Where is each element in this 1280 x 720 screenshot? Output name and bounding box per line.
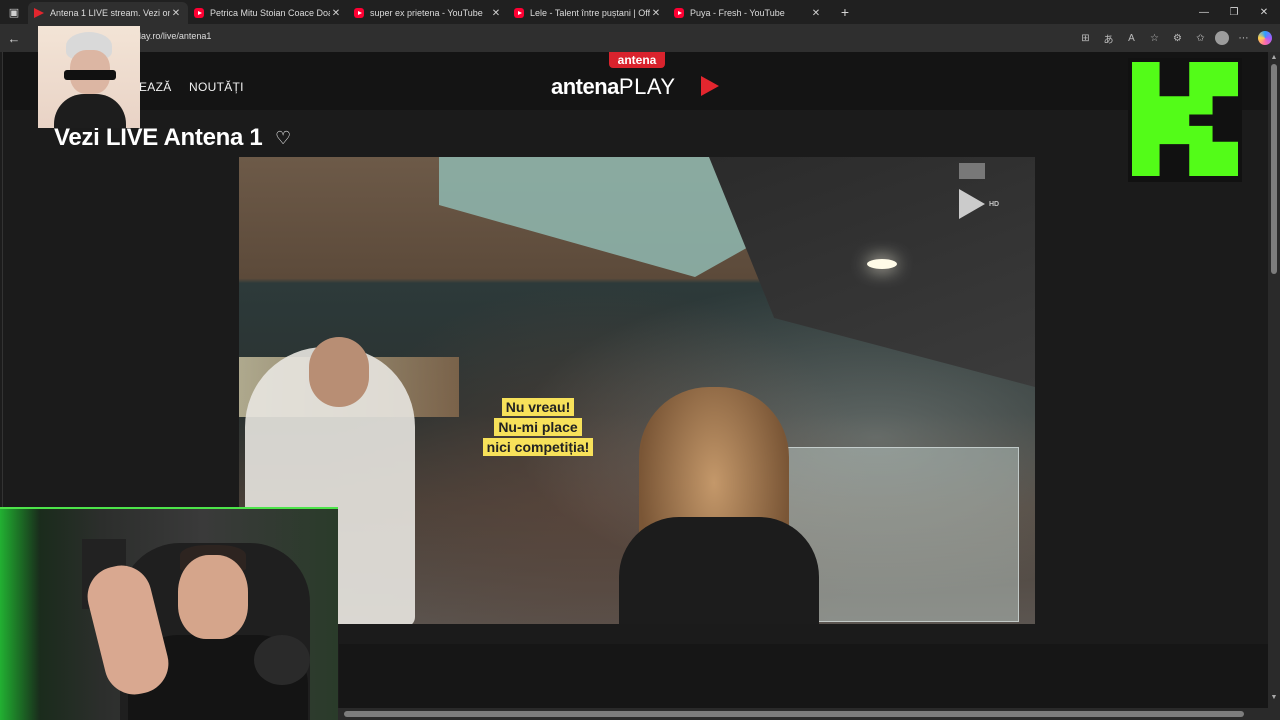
close-icon[interactable]: ✕ — [490, 8, 502, 19]
nav-item-partial[interactable]: EAZĂ — [139, 80, 172, 94]
tab-label: super ex prietena - YouTube — [370, 8, 483, 18]
logo-badge: antena — [609, 52, 665, 68]
tab-youtube-3[interactable]: Lele - Talent între puștani | Official ✕ — [508, 2, 668, 24]
kick-k-icon — [1132, 62, 1238, 176]
close-icon[interactable]: ✕ — [650, 8, 662, 19]
avatar-body — [54, 94, 126, 128]
antena-play-icon — [34, 8, 44, 18]
hd-label: HD — [989, 201, 1000, 208]
streamer-avatar — [38, 26, 140, 128]
new-tab-button[interactable]: + — [834, 4, 856, 20]
scene-lamp — [867, 259, 897, 269]
webcam-person-head — [178, 555, 248, 639]
site-header: EAZĂ NOUTĂȚI antena antenaPLAY — [3, 52, 1269, 110]
url-field[interactable]: lay.ro/live/antena1 — [139, 31, 211, 41]
extensions-icon[interactable]: ⚙ — [1169, 28, 1186, 48]
scene-roof — [439, 157, 759, 277]
subtitle-line: Nu-mi place — [494, 418, 582, 436]
minimize-icon[interactable]: — — [1188, 0, 1220, 24]
antena-play-logo[interactable]: antena antenaPLAY — [551, 52, 723, 110]
vertical-scrollbar[interactable]: ▲ ▼ — [1268, 52, 1280, 708]
avatar-sunglasses — [64, 70, 116, 80]
antena1-channel-logo: HD — [955, 163, 999, 225]
webcam-overlay — [0, 507, 338, 720]
scene-woman-jacket — [619, 517, 819, 624]
toolbar-icons: ⊞ あ A ☆ ⚙ ✩ ⋯ — [1077, 28, 1272, 48]
favorite-star-icon[interactable]: ☆ — [1146, 28, 1163, 48]
page-title: Vezi LIVE Antena 1 — [54, 124, 263, 151]
webcam-green-light — [0, 509, 40, 720]
video-player[interactable]: Nu vreau! Nu-mi place nici competiția! H… — [239, 157, 1035, 624]
tab-antena[interactable]: Antena 1 LIVE stream. Vezi online ✕ — [28, 2, 188, 24]
close-icon[interactable]: ✕ — [810, 8, 822, 19]
antena1-icon — [959, 189, 985, 219]
tab-youtube-4[interactable]: Puya - Fresh - YouTube ✕ — [668, 2, 828, 24]
translate-icon[interactable]: あ — [1100, 28, 1117, 48]
app-available-icon[interactable]: ⊞ — [1077, 28, 1094, 48]
scroll-down-icon[interactable]: ▼ — [1269, 694, 1279, 701]
close-window-icon[interactable]: ✕ — [1248, 0, 1280, 24]
subtitle-line: nici competiția! — [482, 438, 594, 456]
address-bar-row: ← lay.ro/live/antena1 ⊞ あ A ☆ ⚙ ✩ ⋯ — [0, 24, 1280, 52]
logo-light: PLAY — [618, 74, 676, 99]
tab-label: Antena 1 LIVE stream. Vezi online — [50, 8, 170, 18]
play-logo-icon — [701, 76, 719, 96]
logo-bold: antena — [551, 74, 619, 99]
close-icon[interactable]: ✕ — [330, 8, 342, 19]
youtube-icon — [354, 8, 364, 18]
scrollbar-thumb[interactable] — [1271, 64, 1277, 274]
scrollbar-thumb[interactable] — [344, 711, 1244, 717]
microphone-icon — [254, 635, 310, 685]
back-arrow-icon[interactable]: ← — [0, 31, 28, 46]
tab-label: Puya - Fresh - YouTube — [690, 8, 785, 18]
restore-icon[interactable]: ❐ — [1218, 0, 1250, 24]
heart-icon[interactable]: ♡ — [275, 128, 291, 149]
youtube-icon — [674, 8, 684, 18]
profile-avatar-icon[interactable] — [1215, 31, 1229, 45]
below-player-area — [339, 644, 1269, 708]
tab-youtube-2[interactable]: super ex prietena - YouTube ✕ — [348, 2, 508, 24]
logo-text: antenaPLAY — [551, 74, 676, 100]
channel-logo-bar — [959, 163, 985, 179]
video-subtitle: Nu vreau! Nu-mi place nici competiția! — [475, 397, 601, 457]
youtube-icon — [514, 8, 524, 18]
scroll-up-icon[interactable]: ▲ — [1269, 54, 1279, 61]
horizontal-scrollbar[interactable] — [338, 708, 1280, 720]
subtitle-line: Nu vreau! — [501, 398, 575, 416]
copilot-icon[interactable] — [1258, 31, 1272, 45]
favorites-icon[interactable]: ✩ — [1192, 28, 1209, 48]
tab-label: Lele - Talent între puștani | Official — [530, 8, 650, 18]
kick-logo-icon — [1128, 58, 1242, 182]
tab-youtube-1[interactable]: Petrica Mitu Stoian Coace Doamne ✕ — [188, 2, 348, 24]
nav-item-noutati[interactable]: NOUTĂȚI — [189, 80, 244, 94]
tab-label: Petrica Mitu Stoian Coace Doamne — [210, 8, 330, 18]
close-icon[interactable]: ✕ — [170, 8, 182, 19]
browser-tab-strip: ▣ Antena 1 LIVE stream. Vezi online ✕ Pe… — [0, 0, 1280, 24]
tab-actions-icon[interactable]: ▣ — [0, 0, 28, 24]
youtube-icon — [194, 8, 204, 18]
more-menu-icon[interactable]: ⋯ — [1235, 28, 1252, 48]
scene-man-head — [309, 337, 369, 407]
read-aloud-icon[interactable]: A — [1123, 28, 1140, 48]
